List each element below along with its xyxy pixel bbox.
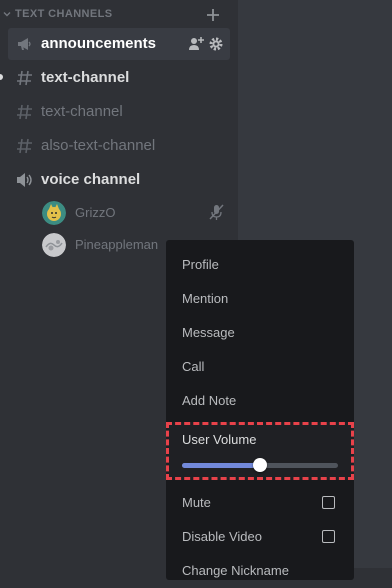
channel-also-text-channel[interactable]: also-text-channel: [8, 130, 230, 162]
unread-indicator: [0, 74, 3, 80]
user-volume-label: User Volume: [182, 432, 257, 447]
menu-item-disable-video[interactable]: Disable Video: [166, 520, 354, 554]
menu-item-profile[interactable]: Profile: [166, 248, 354, 282]
voice-user-name: Pineappleman: [75, 237, 159, 252]
user-volume-slider[interactable]: [182, 458, 338, 472]
category-header-text-channels[interactable]: TEXT CHANNELS: [0, 0, 238, 30]
user-context-menu: Profile Mention Message Call Add Note Us…: [166, 240, 354, 580]
menu-item-mute[interactable]: Mute: [166, 486, 354, 520]
menu-item-label: Mute: [182, 495, 211, 510]
menu-item-label: Message: [182, 325, 235, 340]
disable-video-checkbox[interactable]: [322, 530, 335, 543]
speaker-icon: [17, 173, 32, 187]
hash-icon: [17, 70, 32, 86]
channel-label: also-text-channel: [41, 137, 156, 154]
menu-item-label: Disable Video: [182, 529, 262, 544]
menu-item-change-nickname[interactable]: Change Nickname: [166, 554, 354, 588]
menu-item-add-note[interactable]: Add Note: [166, 384, 354, 418]
muted-mic-icon: [209, 204, 224, 220]
voice-user-grizzo[interactable]: GrizzO: [42, 199, 232, 227]
channel-text-channel-unread[interactable]: text-channel: [8, 62, 230, 94]
menu-item-label: Profile: [182, 257, 219, 272]
mute-checkbox[interactable]: [322, 496, 335, 509]
channel-label: voice channel: [41, 171, 141, 188]
voice-user-name: GrizzO: [75, 205, 116, 220]
channel-label: text-channel: [41, 69, 130, 86]
menu-item-message[interactable]: Message: [166, 316, 354, 350]
grey-avatar: [42, 233, 66, 257]
channel-voice-channel[interactable]: voice channel: [8, 164, 230, 196]
channel-text-channel[interactable]: text-channel: [8, 96, 230, 128]
menu-item-label: Call: [182, 359, 205, 374]
menu-item-label: Change Nickname: [182, 563, 289, 578]
gear-icon[interactable]: [208, 36, 224, 52]
menu-item-mention[interactable]: Mention: [166, 282, 354, 316]
menu-item-call[interactable]: Call: [166, 350, 354, 384]
megaphone-icon: [18, 38, 31, 50]
hash-icon: [17, 138, 32, 154]
green-avatar: [42, 201, 66, 225]
menu-item-label: Mention: [182, 291, 229, 306]
channel-actions: [188, 36, 224, 52]
channel-label: text-channel: [41, 103, 123, 120]
menu-item-label: Add Note: [182, 393, 237, 408]
chevron-down-icon: [3, 12, 11, 17]
channel-label: announcements: [41, 35, 157, 52]
channel-announcements[interactable]: announcements: [8, 28, 230, 60]
hash-icon: [17, 104, 32, 120]
slider-fill: [182, 463, 260, 468]
add-member-icon[interactable]: [188, 36, 204, 52]
plus-icon[interactable]: [205, 7, 221, 23]
category-label: TEXT CHANNELS: [15, 8, 113, 20]
slider-handle[interactable]: [253, 458, 267, 472]
user-volume-control: User Volume: [166, 422, 354, 480]
